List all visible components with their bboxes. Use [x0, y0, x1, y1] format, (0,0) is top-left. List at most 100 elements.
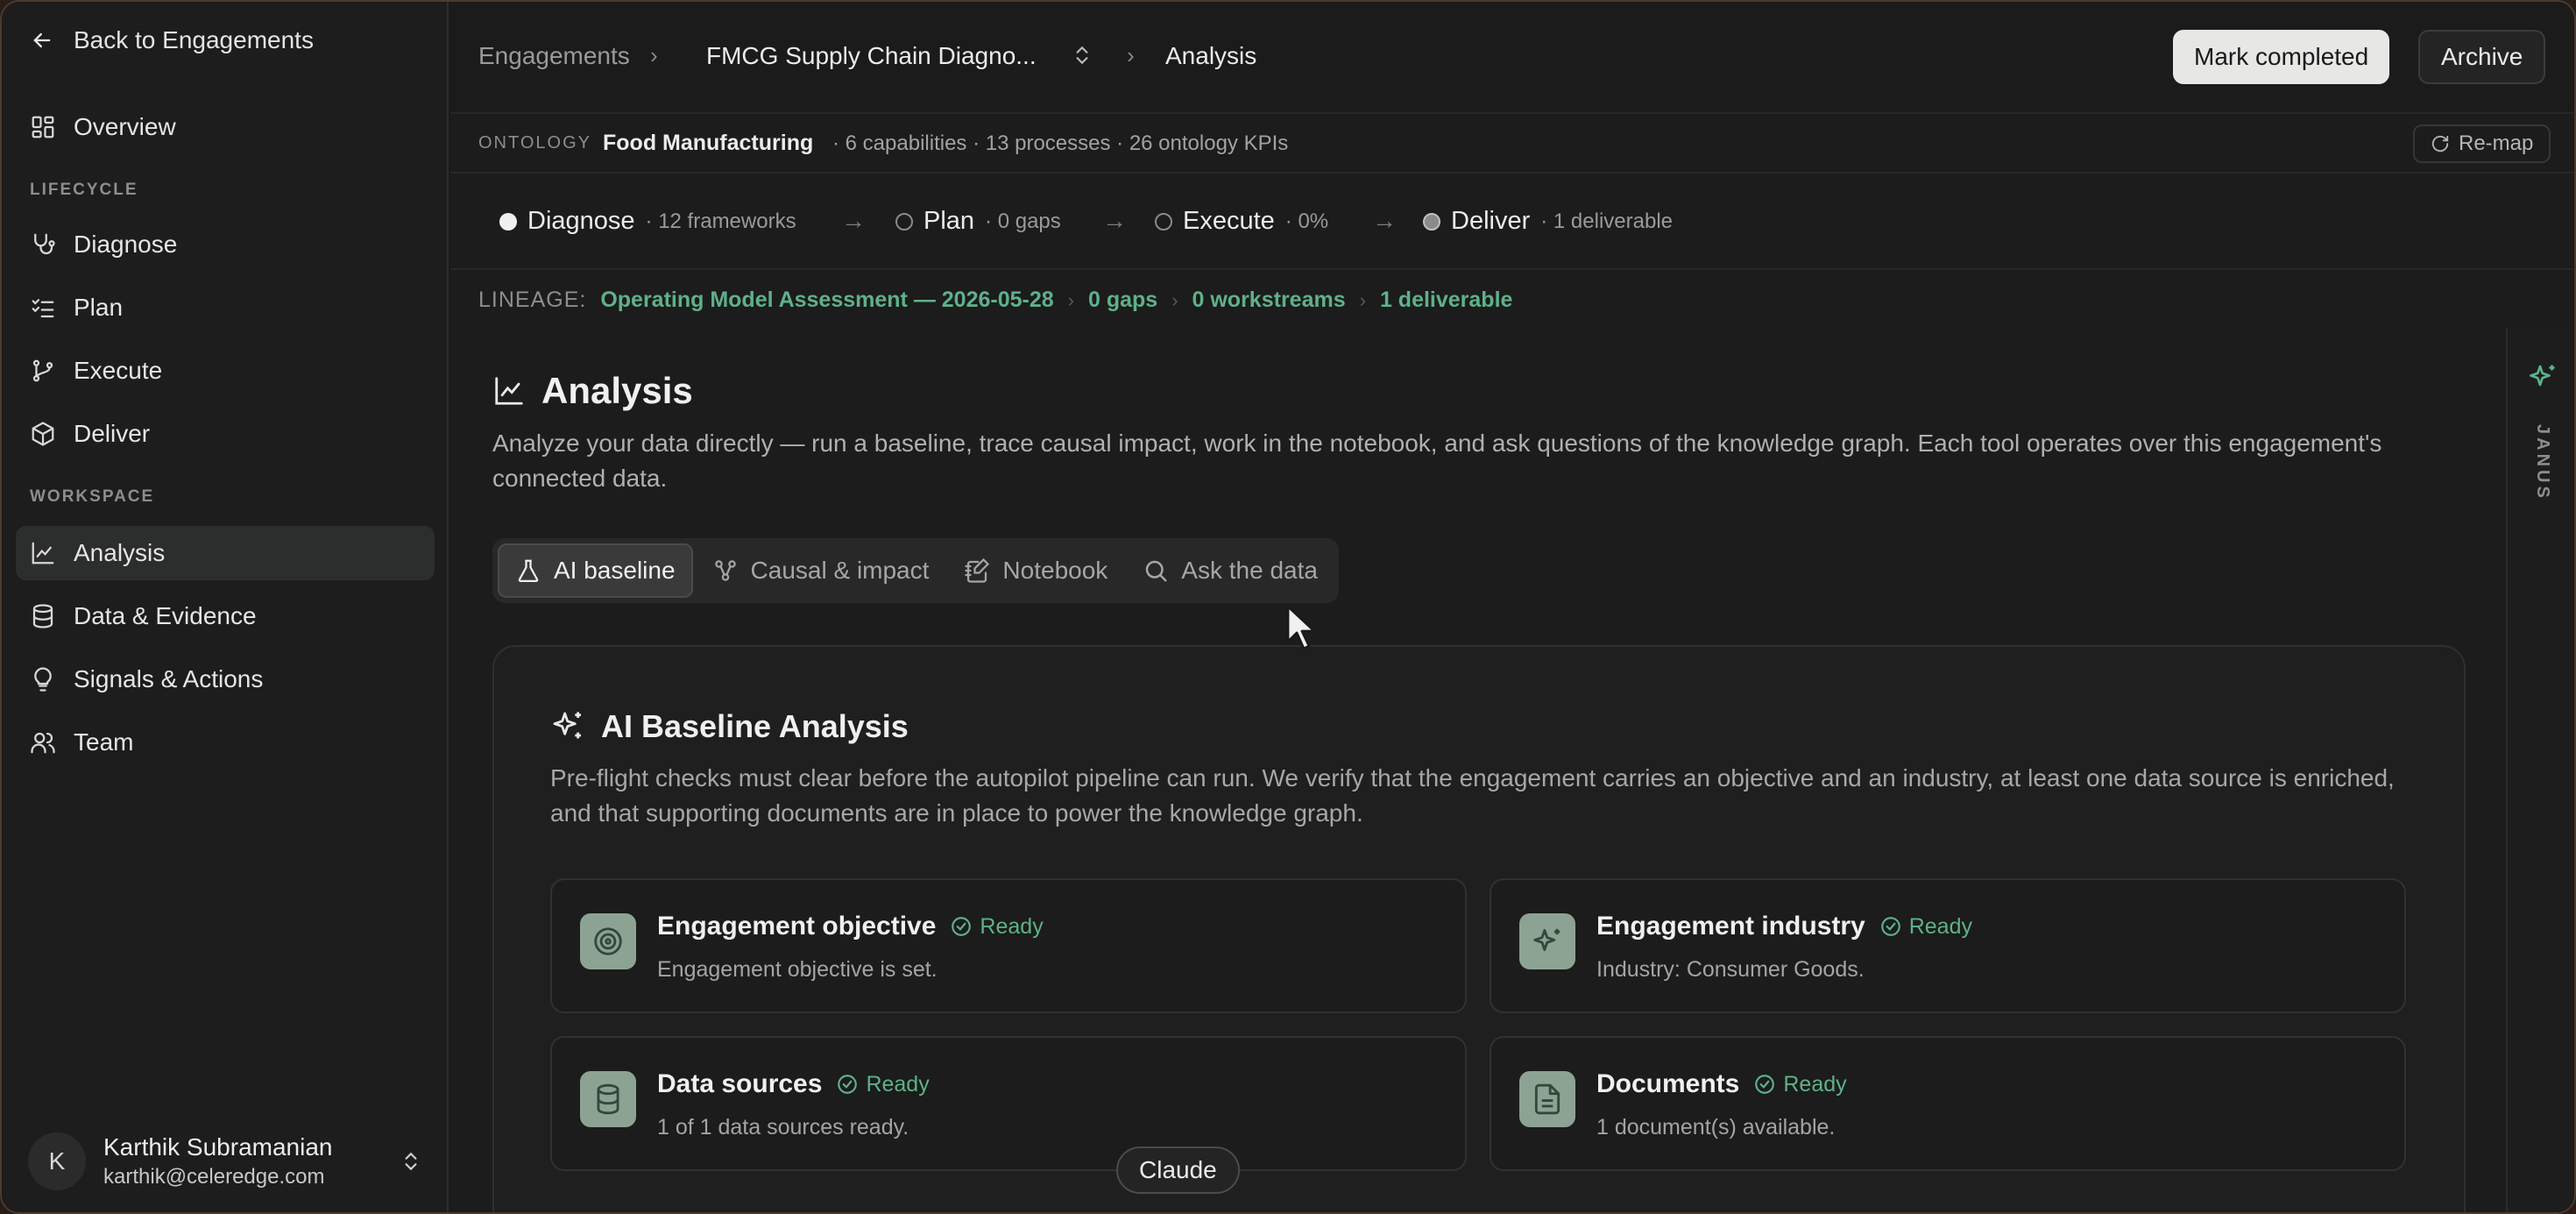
lineage-bar: LINEAGE: Operating Model Assessment — 20… [478, 288, 1512, 313]
back-to-engagements-link[interactable]: Back to Engagements [30, 26, 314, 54]
check-icon-tile [580, 913, 636, 969]
sidebar-item-label: Plan [74, 294, 124, 321]
check-circle-icon [838, 1075, 858, 1094]
check-detail: Industry: Consumer Goods. [1596, 957, 1865, 982]
check-icon-tile [1519, 1071, 1575, 1127]
check-engagement-objective: Engagement objective Ready Engagement ob… [550, 878, 1467, 1013]
tab-notebook[interactable]: Notebook [948, 543, 1123, 598]
lineage-label: LINEAGE: [478, 288, 587, 312]
lineage-assessment-link[interactable]: Operating Model Assessment — 2026-05-28 [600, 288, 1053, 313]
breadcrumb-engagements[interactable]: Engagements [478, 42, 630, 70]
chevron-right-icon: › [1171, 288, 1178, 311]
sidebar-item-analysis[interactable]: Analysis [16, 526, 435, 580]
janus-label: JANUS [2533, 424, 2552, 501]
stage-plan[interactable]: Plan · 0 gaps [895, 207, 1061, 236]
notebook-pen-icon [965, 557, 990, 583]
breadcrumb-engagement[interactable]: FMCG Supply Chain Diagno... [706, 42, 1037, 70]
lineage-gaps-link[interactable]: 0 gaps [1088, 288, 1157, 313]
database-icon [32, 604, 53, 628]
arrow-right-icon: → [1372, 207, 1397, 234]
claude-tooltip: Claude [1116, 1147, 1240, 1194]
arrow-right-icon: → [841, 207, 866, 234]
check-detail: 1 document(s) available. [1596, 1115, 1836, 1139]
breadcrumb-separator: › [650, 42, 658, 68]
lineage-workstreams-link[interactable]: 0 workstreams [1192, 288, 1346, 313]
tab-label: Notebook [1002, 557, 1108, 584]
remap-label: Re-map [2459, 131, 2534, 155]
check-icon-tile [1519, 913, 1575, 969]
stage-status-dot [1423, 212, 1440, 231]
archive-button[interactable]: Archive [2418, 30, 2546, 84]
tab-ai-baseline[interactable]: AI baseline [498, 543, 693, 598]
page-title-row: Analysis [492, 370, 2464, 412]
main-content: Engagements › FMCG Supply Chain Diagno..… [450, 2, 2574, 1212]
app-window: Back to Engagements Overview LIFECYCLE D… [0, 0, 2576, 1214]
stage-execute[interactable]: Execute · 0% [1155, 207, 1328, 236]
search-icon [1146, 560, 1167, 582]
list-check-icon [32, 299, 54, 318]
check-title: Engagement objective [657, 912, 937, 941]
sidebar-item-label: Deliver [74, 420, 151, 447]
refresh-icon [2431, 135, 2449, 153]
janus-panel-toggle[interactable]: JANUS [2506, 328, 2574, 1212]
card-title-row: AI Baseline Analysis [550, 708, 909, 745]
package-icon [32, 422, 54, 446]
stage-deliver[interactable]: Deliver · 1 deliverable [1423, 207, 1673, 236]
status-label: Ready [980, 913, 1044, 939]
status-label: Ready [866, 1071, 930, 1097]
check-detail: 1 of 1 data sources ready. [657, 1115, 909, 1139]
check-data-sources: Data sources Ready 1 of 1 data sources r… [550, 1036, 1467, 1171]
tab-ask-the-data[interactable]: Ask the data [1127, 543, 1334, 598]
sidebar-item-execute[interactable]: Execute [16, 344, 435, 398]
lineage-deliverable-link[interactable]: 1 deliverable [1380, 288, 1512, 313]
breadcrumb-current: Analysis [1165, 42, 1257, 69]
ontology-bar: ONTOLOGY Food Manufacturing · 6 capabili… [450, 114, 2574, 174]
target-icon [594, 927, 622, 955]
arrow-left-icon [33, 32, 51, 48]
sparkles-icon [553, 712, 581, 739]
check-icon-tile [580, 1071, 636, 1127]
sidebar-item-data-evidence[interactable]: Data & Evidence [16, 589, 435, 643]
sidebar-item-overview[interactable]: Overview [16, 100, 435, 154]
sparkles-icon [2530, 365, 2555, 387]
stage-diagnose[interactable]: Diagnose · 12 frameworks [499, 207, 796, 236]
status-label: Ready [1908, 913, 1972, 939]
check-detail: Engagement objective is set. [657, 957, 938, 982]
user-menu[interactable]: K Karthik Subramanian karthik@celeredge.… [28, 1132, 422, 1190]
top-bar: Engagements › FMCG Supply Chain Diagno..… [450, 2, 2574, 114]
sidebar-item-deliver[interactable]: Deliver [16, 407, 435, 461]
check-title: Engagement industry [1596, 912, 1865, 941]
lightbulb-icon [34, 667, 52, 692]
sidebar-item-diagnose[interactable]: Diagnose [16, 217, 435, 272]
status-badge: Ready [950, 913, 1044, 940]
card-description: Pre-flight checks must clear before the … [550, 764, 2395, 827]
sidebar-item-team[interactable]: Team [16, 715, 435, 770]
grid-icon [32, 116, 54, 138]
stage-detail: · 12 frameworks [645, 209, 796, 233]
sidebar-item-plan[interactable]: Plan [16, 280, 435, 335]
mark-completed-button[interactable]: Mark completed [2173, 30, 2390, 84]
document-icon [1534, 1083, 1560, 1115]
stage-detail: · 1 deliverable [1540, 209, 1673, 233]
sidebar-item-signals-actions[interactable]: Signals & Actions [16, 652, 435, 706]
check-circle-icon [952, 917, 972, 936]
chevrons-up-down-icon[interactable] [1071, 44, 1093, 67]
tab-causal-impact[interactable]: Causal & impact [697, 543, 945, 598]
network-icon [714, 560, 736, 581]
ai-baseline-card: AI Baseline Analysis Pre-flight checks m… [492, 645, 2466, 1212]
git-branch-icon [32, 359, 53, 382]
status-badge: Ready [836, 1071, 930, 1097]
stage-name: Execute [1183, 207, 1275, 235]
remap-button[interactable]: Re-map [2413, 124, 2551, 163]
user-name: Karthik Subramanian [103, 1133, 333, 1161]
sidebar-item-label: Execute [74, 357, 163, 384]
status-label: Ready [1783, 1071, 1847, 1097]
sidebar-item-label: Analysis [74, 539, 166, 566]
status-badge: Ready [1879, 914, 1972, 940]
chevron-right-icon: › [1067, 288, 1074, 311]
sidebar-item-label: Diagnose [74, 231, 178, 258]
sidebar-item-label: Team [74, 728, 134, 756]
sidebar: Back to Engagements Overview LIFECYCLE D… [2, 2, 449, 1212]
flask-icon [518, 559, 539, 582]
check-header: Data sources Ready [657, 1069, 930, 1099]
